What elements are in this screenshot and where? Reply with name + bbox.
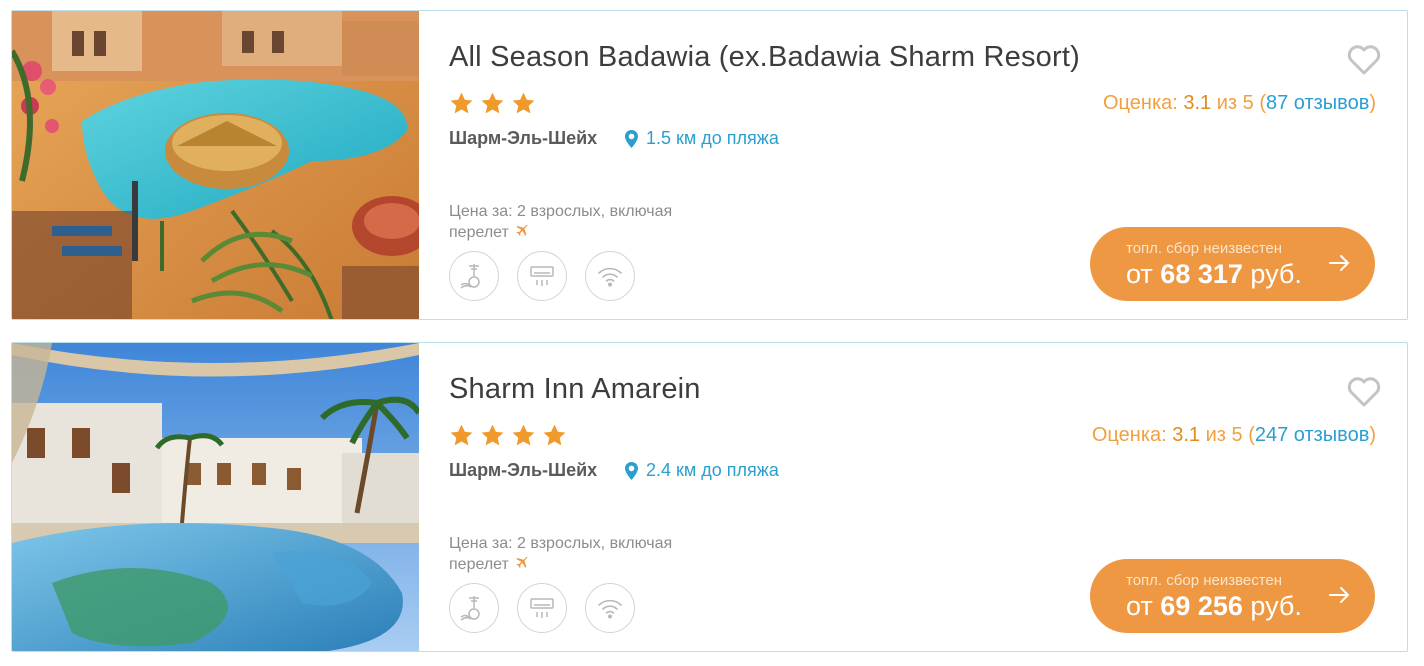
hotel-rating: Оценка: 3.1 из 5 (87 отзывов) — [1103, 92, 1376, 115]
beach-icon — [449, 583, 499, 633]
air-conditioner-icon — [517, 251, 567, 301]
star-icon — [512, 92, 535, 114]
hotel-photo[interactable] — [12, 343, 419, 651]
rating-score: 3.1 — [1183, 92, 1212, 114]
price-currency: руб. — [1242, 591, 1302, 621]
star-rating — [449, 423, 567, 448]
price-note-line2-row: перелет — [449, 554, 749, 575]
airplane-icon — [516, 556, 528, 568]
hotel-card[interactable]: Sharm Inn Amarein Шарм-Эль-Шейх 2.4 км д… — [11, 342, 1408, 652]
beach-icon — [449, 251, 499, 301]
star-icon — [481, 92, 504, 114]
rating-prefix: Оценка: — [1091, 424, 1173, 446]
hotel-city: Шарм-Эль-Шейх — [449, 460, 598, 480]
price-prefix: от — [1126, 259, 1161, 289]
fuel-fee-note: топл. сбор неизвестен — [1126, 572, 1283, 589]
amenities — [449, 583, 635, 633]
reviews-link[interactable]: 247 отзывов — [1255, 424, 1369, 446]
airplane-icon — [516, 224, 528, 236]
hotel-photo[interactable] — [12, 11, 419, 319]
price-note: Цена за: 2 взрослых, включая перелет — [449, 201, 749, 243]
reviews-link[interactable]: 87 отзывов — [1266, 92, 1369, 114]
rating-suffix: ) — [1369, 424, 1376, 446]
rating-mid: из 5 ( — [1211, 92, 1266, 114]
hotel-city: Шарм-Эль-Шейх — [449, 128, 598, 148]
star-icon — [543, 424, 566, 446]
map-pin-icon — [625, 129, 638, 148]
favorite-heart-icon[interactable] — [1347, 377, 1381, 407]
star-icon — [512, 424, 535, 446]
amenities — [449, 251, 635, 301]
price-currency: руб. — [1242, 259, 1302, 289]
rating-score: 3.1 — [1172, 424, 1201, 446]
star-icon — [481, 424, 504, 446]
hotel-rating: Оценка: 3.1 из 5 (247 отзывов) — [1092, 424, 1376, 447]
beach-distance-label: 1.5 км до пляжа — [646, 128, 779, 148]
arrow-right-icon — [1329, 255, 1350, 271]
price-note-line1: Цена за: 2 взрослых, включая — [449, 203, 673, 220]
wifi-icon — [585, 251, 635, 301]
map-pin-icon — [625, 461, 638, 480]
air-conditioner-icon — [517, 583, 567, 633]
rating-suffix: ) — [1369, 92, 1376, 114]
price-button[interactable]: топл. сбор неизвестен от 68 317 руб. — [1090, 227, 1375, 301]
fuel-fee-note: топл. сбор неизвестен — [1126, 240, 1283, 257]
price-amount: от 68 317 руб. — [1126, 259, 1302, 290]
price-value: 68 317 — [1160, 259, 1243, 289]
star-rating — [449, 91, 536, 116]
price-prefix: от — [1126, 591, 1161, 621]
arrow-right-icon — [1329, 587, 1350, 603]
rating-mid: из 5 ( — [1200, 424, 1255, 446]
price-amount: от 69 256 руб. — [1126, 591, 1302, 622]
hotel-name[interactable]: Sharm Inn Amarein — [449, 373, 701, 406]
hotel-name[interactable]: All Season Badawia (ex.Badawia Sharm Res… — [449, 41, 1080, 74]
beach-distance: 1.5 км до пляжа — [625, 128, 779, 149]
price-note: Цена за: 2 взрослых, включая перелет — [449, 533, 749, 575]
star-icon — [450, 92, 473, 114]
price-button[interactable]: топл. сбор неизвестен от 69 256 руб. — [1090, 559, 1375, 633]
price-value: 69 256 — [1160, 591, 1243, 621]
star-icon — [450, 424, 473, 446]
price-note-line2: перелет — [449, 556, 509, 573]
wifi-icon — [585, 583, 635, 633]
price-note-line1: Цена за: 2 взрослых, включая — [449, 535, 673, 552]
beach-distance-label: 2.4 км до пляжа — [646, 460, 779, 480]
beach-distance: 2.4 км до пляжа — [625, 460, 779, 481]
favorite-heart-icon[interactable] — [1347, 45, 1381, 75]
rating-prefix: Оценка: — [1102, 92, 1184, 114]
price-note-line2: перелет — [449, 224, 509, 241]
hotel-card[interactable]: All Season Badawia (ex.Badawia Sharm Res… — [11, 10, 1408, 320]
price-note-line2-row: перелет — [449, 222, 749, 243]
